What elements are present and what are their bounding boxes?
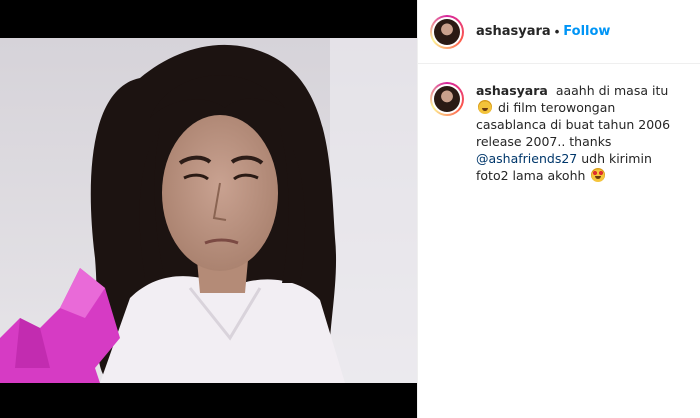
separator-dot: • <box>554 24 560 39</box>
crying-laughing-emoji-icon <box>478 100 492 114</box>
caption-mention-link[interactable]: @ashafriends27 <box>476 151 577 166</box>
post-sidebar: ashasyara • Follow ashasyara aaahh di ma… <box>417 0 700 418</box>
avatar[interactable] <box>430 14 464 49</box>
post-header: ashasyara • Follow <box>418 0 700 64</box>
caption-username[interactable]: ashasyara <box>476 83 548 98</box>
caption-avatar[interactable] <box>430 82 464 116</box>
caption-text: ashasyara aaahh di masa itu di film tero… <box>476 82 686 184</box>
avatar-image <box>434 18 460 45</box>
post-media[interactable] <box>0 0 417 418</box>
star-struck-emoji-icon <box>591 168 606 182</box>
avatar-ring <box>432 84 462 114</box>
follow-button[interactable]: Follow <box>563 24 610 39</box>
header-username[interactable]: ashasyara <box>476 24 551 39</box>
caption-part-2: di film terowongan casablanca di buat ta… <box>476 100 671 149</box>
photo-illustration <box>0 38 417 383</box>
avatar-ring <box>432 16 462 47</box>
caption-part-1: aaahh di masa itu <box>555 83 669 98</box>
instagram-post: ashasyara • Follow ashasyara aaahh di ma… <box>0 0 700 418</box>
caption-row: ashasyara aaahh di masa itu di film tero… <box>418 64 700 184</box>
avatar-image <box>434 86 460 112</box>
post-photo <box>0 38 417 383</box>
